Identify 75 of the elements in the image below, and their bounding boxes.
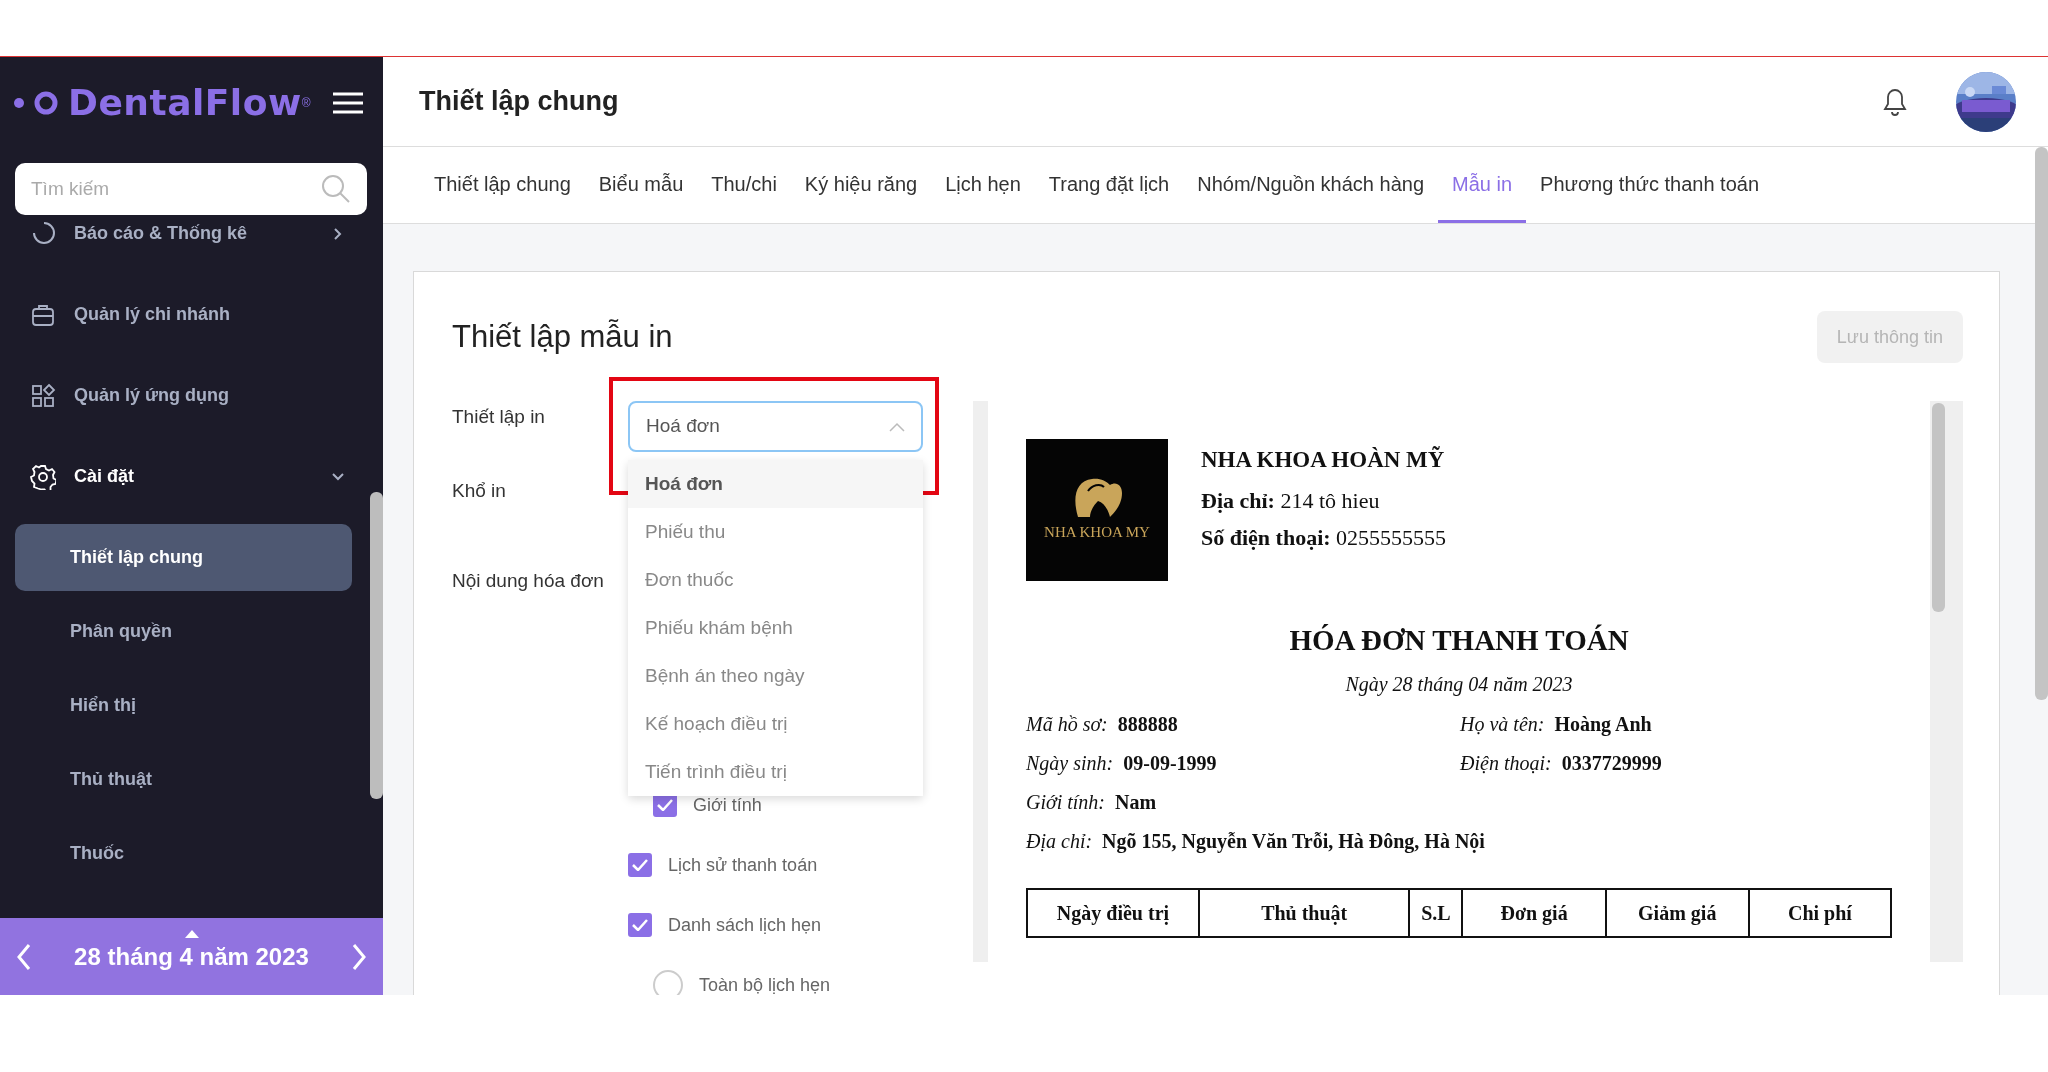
sidebar-subitem[interactable]: Phân quyền	[15, 598, 352, 665]
column-header: Thủ thuật	[1198, 888, 1410, 937]
dropdown-option[interactable]: Tiến trình điều trị	[628, 748, 923, 796]
card-title: Thiết lập mẫu in	[452, 318, 673, 356]
scrollbar-thumb[interactable]	[370, 492, 383, 799]
select-field[interactable]: Hoá đơn	[628, 401, 923, 452]
search-field[interactable]: Tìm kiếm	[15, 163, 367, 215]
page-title: Thiết lập chung	[419, 85, 620, 118]
clinic-logo: NHA KHOA MY	[1026, 439, 1168, 581]
option-label: Danh sách lịch hẹn	[668, 913, 822, 937]
settings-icon	[30, 463, 56, 490]
tab[interactable]: Mẫu in	[1438, 147, 1527, 223]
caret-up-icon	[184, 930, 199, 938]
radio-button[interactable]	[653, 970, 683, 995]
option-label: Toàn bộ lịch hẹn	[699, 973, 831, 995]
menu-button[interactable]	[331, 90, 365, 116]
check-icon	[632, 919, 648, 931]
checkbox[interactable]	[628, 853, 652, 877]
dropdown-option[interactable]: Kế hoạch điều trị	[628, 700, 923, 748]
tab[interactable]: Biểu mẫu	[584, 147, 698, 223]
scrollbar-thumb[interactable]	[1932, 403, 1945, 612]
field-label: Khổ in	[452, 479, 507, 503]
sidebar-subitem[interactable]: Thuốc	[15, 820, 352, 887]
trademark-mark: ®	[301, 96, 311, 110]
sidebar-item[interactable]: Cài đặt	[0, 436, 383, 517]
info-field: Mã hồ sơ: 888888	[1026, 708, 1460, 739]
field-label: Thiết lập in	[452, 405, 546, 429]
invoice-title: HÓA ĐƠN THANH TOÁN	[1288, 623, 1630, 658]
tab[interactable]: Thu/chi	[697, 147, 791, 223]
clinic-address: Địa chỉ: 214 tô hieu	[1201, 486, 1381, 515]
apps-icon	[30, 382, 56, 409]
sidebar-subitem[interactable]: Thủ thuật	[15, 746, 352, 813]
info-field: Họ và tên: Hoàng Anh	[1460, 708, 1892, 739]
sidebar-subitem[interactable]: Hiển thị	[15, 672, 352, 739]
tab[interactable]: Nhóm/Nguồn khách hàng	[1183, 147, 1439, 223]
sidebar-item[interactable]: Quản lý chi nhánh	[0, 274, 383, 355]
clinic-phone: Số điện thoại: 0255555555	[1201, 523, 1447, 552]
sidebar-item[interactable]: Báo cáo & Thống kê	[0, 215, 383, 274]
check-icon	[657, 799, 673, 811]
field-label: Nội dung hóa đơn	[452, 569, 605, 593]
column-header: S.L	[1409, 888, 1463, 937]
search-icon	[321, 174, 351, 204]
dropdown-option[interactable]: Phiếu khám bệnh	[628, 604, 923, 652]
clinic-name: NHA KHOA HOÀN MỸ	[1201, 445, 1446, 474]
dropdown-option[interactable]: Bệnh án theo ngày	[628, 652, 923, 700]
dropdown-option[interactable]: Hoá đơn	[628, 460, 923, 508]
option-label: Lịch sử thanh toán	[668, 853, 818, 877]
column-header: Giảm giá	[1605, 888, 1749, 937]
checkbox[interactable]	[628, 913, 652, 937]
tab[interactable]: Phương thức thanh toán	[1526, 147, 1773, 223]
tab[interactable]: Lịch hẹn	[931, 147, 1035, 223]
chevron-icon	[889, 421, 905, 432]
info-field: Địa chỉ: Ngõ 155, Nguyễn Văn Trỗi, Hà Đông, Hà Nội	[1026, 825, 1892, 856]
column-header: Ngày điều trị	[1027, 888, 1199, 937]
column-header: Chi phí	[1748, 888, 1891, 937]
bell-icon[interactable]	[1882, 87, 1908, 116]
info-field: Giới tính: Nam	[1026, 786, 1892, 817]
sidebar-subitem[interactable]: Thiết lập chung	[15, 524, 352, 591]
invoice-date: Ngày 28 tháng 04 năm 2023	[1344, 671, 1574, 698]
logo-icon	[14, 91, 60, 115]
info-field: Điện thoại: 0337729999	[1460, 747, 1892, 778]
check-icon	[632, 859, 648, 871]
option-label: Giới tính	[693, 793, 762, 817]
sidebar-item[interactable]: Quản lý ứng dụng	[0, 355, 383, 436]
tab[interactable]: Trang đặt lịch	[1034, 147, 1184, 223]
chart-icon	[30, 220, 56, 247]
dropdown-option[interactable]: Đơn thuốc	[628, 556, 923, 604]
scrollbar-thumb[interactable]	[2035, 147, 2048, 700]
tab[interactable]: Thiết lập chung	[420, 147, 585, 223]
tab[interactable]: Ký hiệu răng	[790, 147, 932, 223]
dropdown-option[interactable]: Phiếu thu	[628, 508, 923, 556]
info-field: Ngày sinh: 09-09-1999	[1026, 747, 1460, 778]
column-header: Đơn giá	[1462, 888, 1606, 937]
date-label: 28 tháng 4 năm 2023	[74, 941, 309, 972]
logo: DentalFlow	[68, 81, 302, 125]
